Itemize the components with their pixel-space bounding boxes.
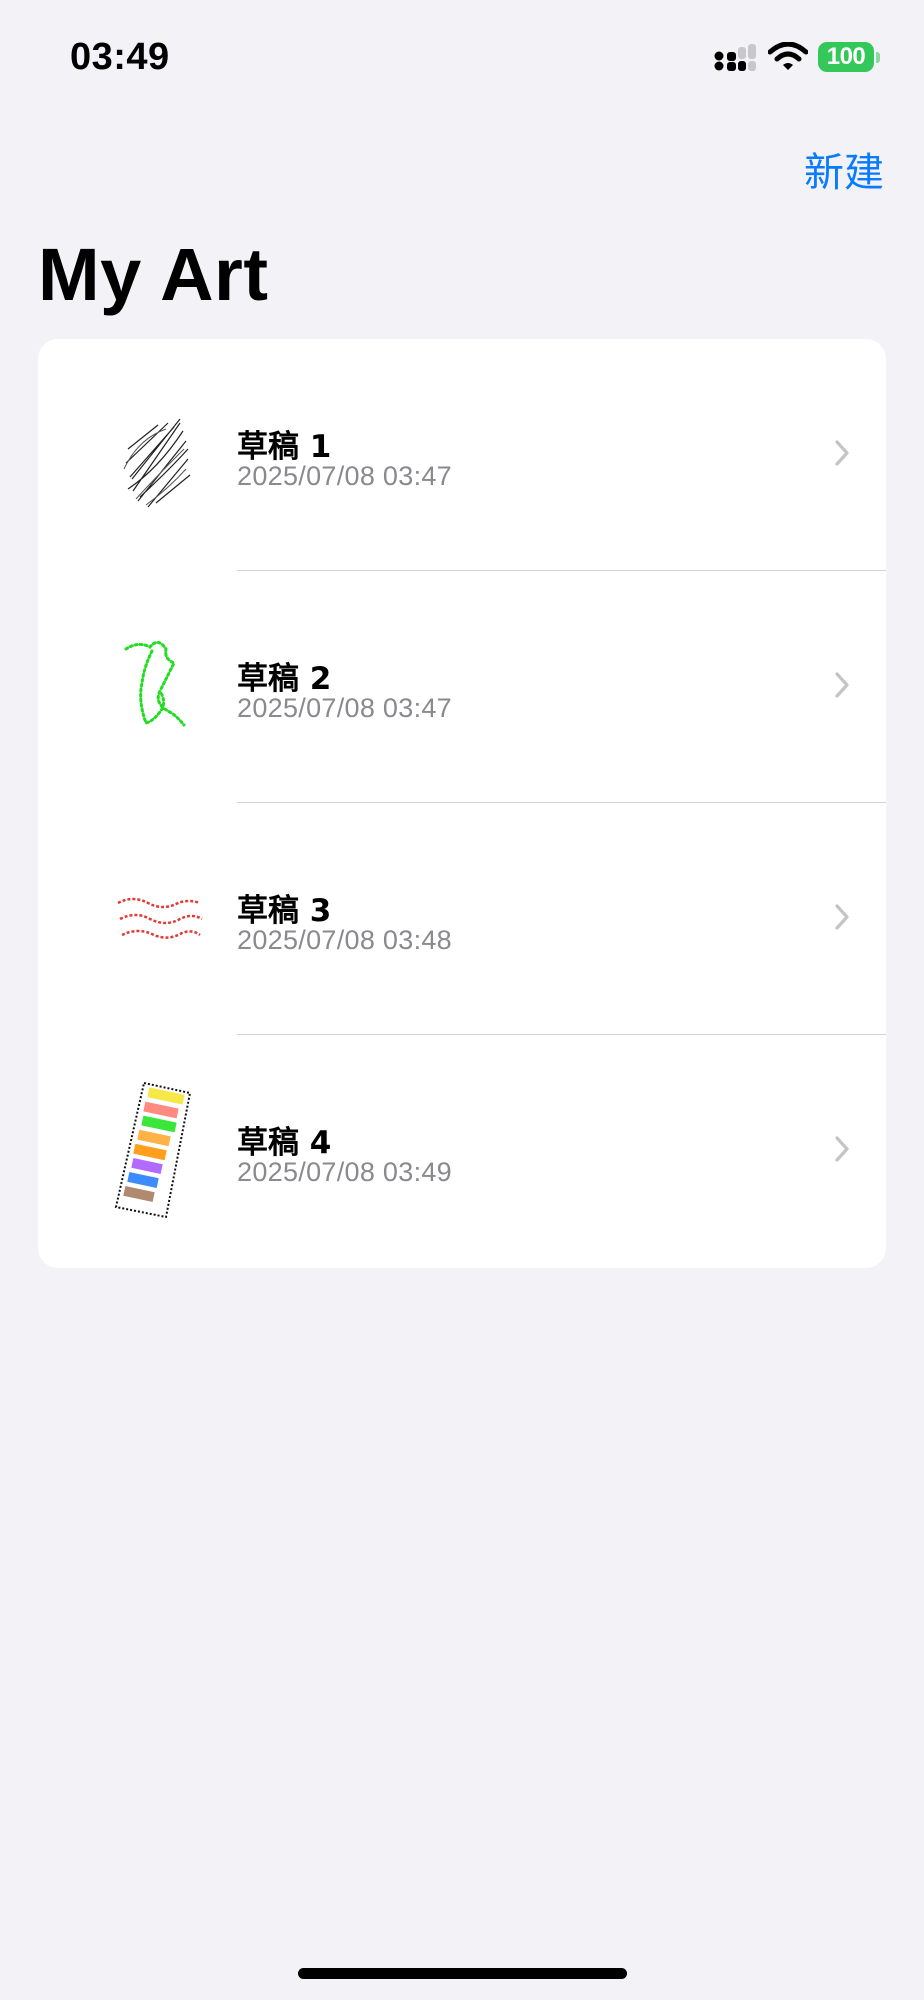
draft-date: 2025/07/08 03:47 (237, 693, 452, 723)
draft-date: 2025/07/08 03:47 (237, 461, 452, 491)
signal-icon (714, 44, 756, 71)
draft-title: 草稿 4 (237, 1125, 332, 1161)
drafts-list: 草稿 1 2025/07/08 03:47 草稿 2 2025/07/08 03… (38, 339, 886, 1268)
battery-icon: 100 (818, 42, 880, 72)
draft-title: 草稿 3 (237, 893, 332, 929)
battery-tip (876, 52, 880, 63)
draft-thumbnail (124, 641, 186, 727)
draft-thumbnail (114, 1081, 192, 1219)
chevron-right-icon (835, 440, 849, 466)
list-item[interactable]: 草稿 2 2025/07/08 03:47 (38, 571, 886, 803)
draft-thumbnail (123, 418, 191, 508)
draft-thumbnail (117, 897, 203, 939)
wifi-icon (768, 42, 808, 70)
new-button[interactable]: 新建 (804, 140, 884, 198)
home-indicator[interactable] (298, 1968, 627, 1979)
draft-date: 2025/07/08 03:49 (237, 1157, 452, 1187)
list-item[interactable]: 草稿 1 2025/07/08 03:47 (38, 339, 886, 571)
list-item[interactable]: 草稿 3 2025/07/08 03:48 (38, 803, 886, 1035)
chevron-right-icon (835, 672, 849, 698)
list-item[interactable]: 草稿 4 2025/07/08 03:49 (38, 1035, 886, 1267)
chevron-right-icon (835, 904, 849, 930)
status-bar: 03:49 100 (0, 0, 924, 120)
chevron-right-icon (835, 1136, 849, 1162)
draft-title: 草稿 2 (237, 661, 332, 697)
status-time: 03:49 (70, 36, 170, 78)
draft-title: 草稿 1 (237, 429, 332, 465)
page-title: My Art (38, 233, 269, 316)
draft-date: 2025/07/08 03:48 (237, 925, 452, 955)
battery-level: 100 (818, 42, 874, 72)
